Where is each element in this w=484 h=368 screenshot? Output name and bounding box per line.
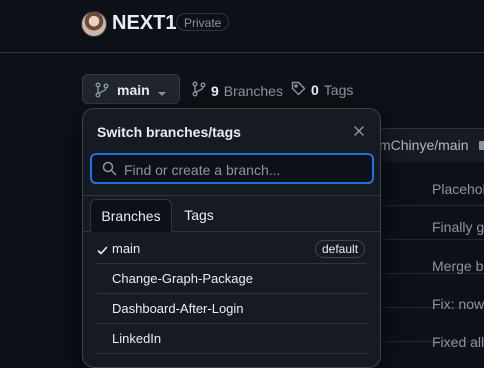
popover-title: Switch branches/tags bbox=[97, 124, 241, 140]
default-branch-badge: default bbox=[315, 240, 366, 258]
check-icon bbox=[97, 243, 108, 261]
branch-selector-label: main bbox=[117, 82, 150, 98]
branch-tag-tabs: Branches Tags bbox=[83, 199, 380, 232]
search-icon bbox=[102, 161, 117, 181]
file-commit-message[interactable]: Placehol bbox=[432, 181, 484, 197]
visibility-badge: Private bbox=[176, 13, 230, 31]
file-commit-message[interactable]: Fixed all bbox=[432, 334, 484, 350]
tab-branches[interactable]: Branches bbox=[90, 199, 172, 232]
tags-count: 0 bbox=[311, 82, 319, 98]
branches-link[interactable]: 9 Branches bbox=[192, 81, 283, 100]
branch-search-input[interactable] bbox=[122, 158, 366, 182]
git-branch-icon bbox=[192, 81, 206, 100]
close-button[interactable] bbox=[351, 123, 367, 139]
file-commit-message[interactable]: Fix: now bbox=[432, 296, 484, 312]
branch-switcher-popover: Switch branches/tags Branches Tags main … bbox=[82, 108, 381, 368]
caret-down-icon bbox=[157, 85, 167, 103]
branch-search-field[interactable] bbox=[90, 153, 374, 184]
repo-name[interactable]: NEXT1 bbox=[112, 11, 176, 35]
tags-label: Tags bbox=[323, 82, 354, 98]
branch-name: main bbox=[112, 241, 141, 256]
branch-item-linkedin[interactable]: LinkedIn bbox=[97, 324, 367, 354]
branch-item-change-graph-package[interactable]: Change-Graph-Package bbox=[97, 264, 367, 294]
git-branch-icon bbox=[95, 82, 109, 103]
tags-link[interactable]: 0 Tags bbox=[291, 81, 353, 99]
branches-label: Branches bbox=[223, 82, 283, 99]
branches-count: 9 bbox=[211, 82, 219, 99]
commit-icon bbox=[479, 141, 484, 150]
close-icon bbox=[351, 126, 367, 143]
branch-name: Change-Graph-Package bbox=[112, 271, 253, 286]
branch-name: LinkedIn bbox=[112, 331, 162, 346]
file-commit-message[interactable]: Merge b bbox=[432, 258, 483, 274]
latest-commit-ref[interactable]: mChinye/main bbox=[379, 137, 468, 153]
branch-item-dashboard-after-login[interactable]: Dashboard-After-Login bbox=[97, 294, 367, 324]
tab-tags[interactable]: Tags bbox=[173, 199, 225, 231]
branch-name: Dashboard-After-Login bbox=[112, 301, 244, 316]
divider bbox=[83, 195, 380, 196]
branch-list: main default Change-Graph-Package Dashbo… bbox=[83, 234, 380, 354]
branch-item-main[interactable]: main default bbox=[97, 234, 367, 264]
branch-selector-button[interactable]: main bbox=[82, 74, 180, 104]
file-commit-message[interactable]: Finally g bbox=[432, 219, 484, 235]
tag-icon bbox=[291, 81, 306, 99]
avatar[interactable] bbox=[81, 11, 107, 37]
repo-header bbox=[0, 0, 484, 53]
